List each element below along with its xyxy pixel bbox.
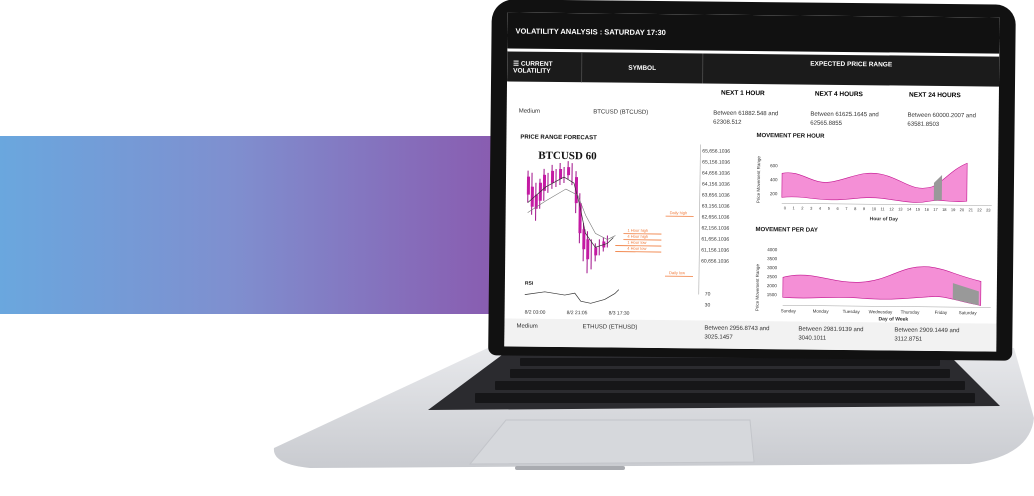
- symbol-value: BTCUSD (BTCUSD): [593, 109, 649, 116]
- range-24h: Between 2909.1449 and 3112.8751: [894, 327, 960, 343]
- range-1h: Between 2956.8743 and 3025.1457: [704, 325, 770, 341]
- laptop-screen: VOLATILITY ANALYSIS : SATURDAY 17:30 ☰ C…: [504, 12, 1000, 352]
- svg-text:63,156.1036: 63,156.1036: [702, 203, 730, 209]
- forecast-chart: BTCUSD 60 Daily high 1 Hour high 1 Hour …: [514, 142, 737, 317]
- hour-xtick: 8: [854, 206, 857, 211]
- hour-xtick: 2: [801, 206, 804, 211]
- svg-text:2500: 2500: [767, 274, 778, 279]
- svg-text:1 Hour high: 1 Hour high: [627, 228, 648, 233]
- gradient-band: [0, 136, 520, 314]
- svg-text:400: 400: [770, 177, 778, 182]
- laptop-lid: VOLATILITY ANALYSIS : SATURDAY 17:30 ☰ C…: [488, 0, 1016, 361]
- svg-text:2000: 2000: [767, 283, 778, 288]
- svg-text:Friday: Friday: [935, 310, 948, 315]
- svg-text:200: 200: [770, 191, 778, 196]
- range-4h: Between 2981.9139 and 3040.1011: [798, 326, 864, 342]
- svg-text:3000: 3000: [767, 265, 778, 270]
- svg-text:8/2 21:05: 8/2 21:05: [567, 310, 588, 316]
- svg-text:70: 70: [705, 292, 711, 298]
- forecast-title: PRICE RANGE FORECAST: [520, 134, 597, 142]
- col-symbol[interactable]: SYMBOL: [582, 52, 704, 84]
- hour-xlabel: Hour of Day: [870, 216, 899, 222]
- svg-text:61,656.1036: 61,656.1036: [701, 236, 729, 242]
- hour-xtick: 4: [819, 206, 822, 211]
- hour-xtick: 5: [828, 206, 831, 211]
- hour-xtick: 3: [810, 206, 813, 211]
- day-ylabel: Price Movement Range: [755, 264, 760, 312]
- hour-xtick: 19: [951, 207, 956, 212]
- hour-xtick: 17: [933, 207, 938, 212]
- page-title: VOLATILITY ANALYSIS : SATURDAY 17:30: [515, 26, 666, 37]
- range-4h: Between 61625.1645 and 62565.8855: [810, 111, 879, 127]
- range-24h: Between 60000.2007 and 63581.8503: [907, 112, 976, 128]
- svg-text:Tuesday: Tuesday: [843, 309, 861, 314]
- svg-text:Sunday: Sunday: [781, 308, 797, 313]
- hour-xtick: 20: [960, 207, 965, 212]
- volatility-value: Medium: [518, 108, 541, 115]
- svg-text:Daily low: Daily low: [669, 270, 685, 275]
- svg-text:Daily high: Daily high: [670, 210, 688, 215]
- forecast-chart-title: BTCUSD 60: [538, 150, 597, 163]
- hour-xtick: 12: [889, 206, 894, 211]
- svg-text:64,656.1036: 64,656.1036: [702, 170, 730, 176]
- subheader-4h: NEXT 4 HOURS: [814, 90, 863, 99]
- hour-chart: Price Movement Range 600400200 012345678…: [756, 156, 992, 223]
- svg-text:61,156.1036: 61,156.1036: [701, 247, 729, 253]
- svg-text:60,656.1036: 60,656.1036: [701, 258, 729, 264]
- svg-text:Saturday: Saturday: [959, 310, 978, 315]
- svg-text:65,156.1036: 65,156.1036: [702, 159, 730, 165]
- subheader-1h: NEXT 1 HOUR: [721, 89, 765, 98]
- svg-text:30: 30: [705, 303, 711, 309]
- range-1h: Between 61882.548 and 62308.512: [713, 110, 779, 126]
- hour-xtick: 18: [942, 207, 947, 212]
- hour-xtick: 6: [836, 206, 839, 211]
- symbol-value: ETHUSD (ETHUSD): [582, 324, 638, 331]
- day-chart: Price Movement Range 4000 3500 3000 2500 2…: [755, 247, 991, 323]
- hour-xtick: 9: [863, 206, 866, 211]
- svg-text:64,156.1036: 64,156.1036: [702, 181, 730, 187]
- table-row[interactable]: Medium ETHUSD (ETHUSD) Between 2956.8743…: [504, 318, 997, 352]
- svg-text:Thursday: Thursday: [901, 310, 921, 315]
- svg-text:Monday: Monday: [813, 309, 830, 314]
- hour-ylabel: Price Movement Range: [756, 156, 761, 204]
- col-expected-range[interactable]: EXPECTED PRICE RANGE: [703, 53, 999, 86]
- day-chart-title: MOVEMENT PER DAY: [755, 227, 818, 234]
- svg-text:8/3 17:30: 8/3 17:30: [609, 311, 630, 317]
- svg-text:62,656.1036: 62,656.1036: [702, 214, 730, 220]
- volatility-value: Medium: [516, 323, 538, 330]
- svg-text:4 Hour low: 4 Hour low: [627, 246, 646, 251]
- svg-text:65,656.1036: 65,656.1036: [702, 148, 730, 154]
- hour-xtick: 14: [907, 207, 912, 212]
- hour-xtick: 21: [968, 207, 973, 212]
- svg-text:Wednesday: Wednesday: [869, 309, 893, 314]
- hour-xtick: 23: [986, 207, 991, 212]
- table-header: ☰ CURRENT VOLATILITY SYMBOL EXPECTED PRI…: [507, 51, 1000, 87]
- svg-text:8/2 03:00: 8/2 03:00: [525, 310, 546, 316]
- svg-text:600: 600: [770, 163, 778, 168]
- svg-text:1 Hour low: 1 Hour low: [627, 240, 646, 245]
- svg-text:63,656.1036: 63,656.1036: [702, 192, 730, 198]
- svg-text:4 Hour high: 4 Hour high: [627, 234, 648, 239]
- hour-chart-title: MOVEMENT PER HOUR: [756, 133, 825, 140]
- svg-text:62,156.1036: 62,156.1036: [701, 225, 729, 231]
- hour-xtick: 10: [872, 206, 877, 211]
- svg-text:4000: 4000: [767, 247, 778, 252]
- subheader-24h: NEXT 24 HOURS: [909, 91, 961, 100]
- col-current-volatility[interactable]: ☰ CURRENT VOLATILITY: [507, 51, 583, 83]
- rsi-label: RSI: [525, 281, 534, 287]
- hour-xtick: 11: [880, 206, 885, 211]
- hour-xtick: 22: [977, 207, 982, 212]
- svg-text:3500: 3500: [767, 256, 778, 261]
- hour-xtick: 16: [924, 207, 929, 212]
- dashboard-header: VOLATILITY ANALYSIS : SATURDAY 17:30: [507, 12, 1000, 54]
- hour-xtick: 1: [792, 205, 795, 210]
- hour-xtick: 15: [916, 207, 921, 212]
- svg-text:1500: 1500: [767, 292, 778, 297]
- hour-xtick: 7: [845, 206, 848, 211]
- hour-xtick: 13: [898, 207, 903, 212]
- hour-xtick: 0: [784, 205, 787, 210]
